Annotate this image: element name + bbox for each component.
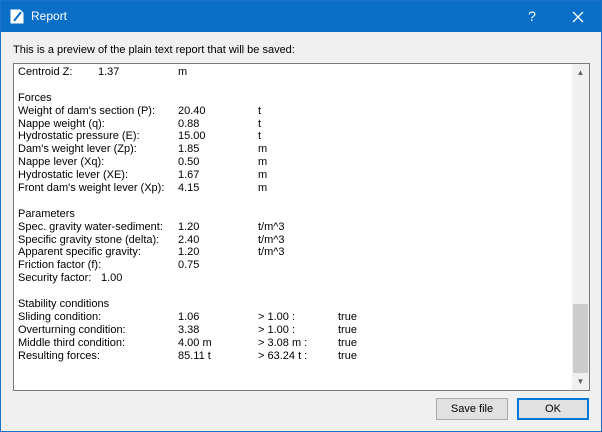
row-unit: m [258,182,268,195]
row-value: 1.20 [178,220,200,233]
row-value: 15.00 [178,130,206,143]
centroid-value: 1.37 [98,66,120,78]
row-value: 1.06 [178,310,200,323]
row-label: Weight of dam's section (P): [18,104,156,117]
stability-row: Resulting forces: 85.11 t > 63.24 t : tr… [18,350,568,363]
row-label: Hydrostatic pressure (E): [18,130,140,143]
stability-row: Middle third condition: 4.00 m > 3.08 m … [18,337,568,350]
row-value: 0.88 [178,117,200,130]
intro-label: This is a preview of the plain text repo… [13,44,295,56]
security-value: 1.00 [101,272,123,285]
row-label: Sliding condition: [18,310,102,323]
forces-row: Hydrostatic pressure (E): 15.00 t [18,130,568,143]
row-threshold: > 1.00 : [258,323,296,336]
parameters-row: Specific gravity stone (delta): 2.40 t/m… [18,234,568,247]
centroid-line: Centroid Z: 1.37 m [18,66,568,79]
row-label: Nappe weight (q): [18,117,105,130]
document-icon [10,9,24,24]
forces-row: Nappe weight (q): 0.88 t [18,118,568,131]
row-value: 1.85 [178,143,200,156]
row-label: Spec. gravity water-sediment: [18,220,163,233]
row-unit: t [258,117,262,130]
row-label: Apparent specific gravity: [18,246,141,259]
scroll-up-arrow-icon[interactable]: ▲ [572,64,589,81]
row-value: 0.50 [178,156,200,169]
row-value: 2.40 [178,233,200,246]
row-label: Dam's weight lever (Zp): [18,143,137,156]
row-label: Overturning condition: [18,323,126,336]
close-icon [572,11,584,23]
help-button[interactable]: ? [509,1,555,32]
row-value: 20.40 [178,104,206,117]
stability-row: Sliding condition: 1.06 > 1.00 : true [18,311,568,324]
security-line: Security factor: 1.00 [18,272,568,285]
row-unit: m [258,143,268,156]
parameters-row: Apparent specific gravity: 1.20 t/m^3 [18,246,568,259]
row-value: 0.75 [178,259,200,272]
row-result: true [338,336,357,349]
row-label: Resulting forces: [18,349,100,362]
row-unit: t/m^3 [258,233,285,246]
centroid-unit: m [178,66,188,78]
forces-row: Nappe lever (Xq): 0.50 m [18,156,568,169]
row-unit: t/m^3 [258,220,285,233]
row-unit: m [258,169,268,182]
report-dialog: Report ? This is a preview of the plain … [0,0,602,432]
report-text: Centroid Z: 1.37 m Forces Weight of dam'… [18,66,568,362]
row-label: Middle third condition: [18,336,126,349]
row-label: Hydrostatic lever (XE): [18,169,129,182]
row-threshold: > 1.00 : [258,310,296,323]
row-label: Nappe lever (Xq): [18,156,105,169]
forces-row: Weight of dam's section (P): 20.40 t [18,105,568,118]
row-value: 4.00 m [178,336,212,349]
row-value: 3.38 [178,323,200,336]
stability-heading: Stability conditions [18,298,110,311]
forces-row: Dam's weight lever (Zp): 1.85 m [18,143,568,156]
forces-row: Front dam's weight lever (Xp): 4.15 m [18,182,568,195]
row-label: Front dam's weight lever (Xp): [18,182,165,195]
row-result: true [338,323,357,336]
save-file-button[interactable]: Save file [436,398,508,420]
forces-row: Hydrostatic lever (XE): 1.67 m [18,169,568,182]
report-preview-textarea[interactable]: Centroid Z: 1.37 m Forces Weight of dam'… [13,63,590,391]
forces-heading: Forces [18,91,52,104]
scroll-thumb[interactable] [573,304,588,373]
title-bar[interactable]: Report ? [1,1,601,32]
row-unit: t [258,130,262,143]
row-value: 85.11 t [178,349,211,362]
stability-row: Overturning condition: 3.38 > 1.00 : tru… [18,324,568,337]
row-unit: t [258,104,262,117]
vertical-scrollbar[interactable]: ▲ ▼ [572,64,589,390]
parameters-row: Spec. gravity water-sediment: 1.20 t/m^3 [18,221,568,234]
row-threshold: > 63.24 t : [258,349,308,362]
security-label: Security factor: [18,272,92,285]
row-result: true [338,349,357,362]
row-value: 1.20 [178,246,200,259]
ok-button[interactable]: OK [517,398,589,420]
close-button[interactable] [555,1,601,32]
row-unit: m [258,156,268,169]
scroll-down-arrow-icon[interactable]: ▼ [572,373,589,390]
row-result: true [338,310,357,323]
window-title: Report [31,9,68,23]
row-value: 4.15 [178,182,200,195]
parameters-heading: Parameters [18,207,75,220]
row-threshold: > 3.08 m : [258,336,308,349]
parameters-row: Friction factor (f): 0.75 [18,259,568,272]
row-label: Friction factor (f): [18,259,102,272]
centroid-label: Centroid Z: [18,66,73,78]
row-value: 1.67 [178,169,200,182]
row-unit: t/m^3 [258,246,285,259]
row-label: Specific gravity stone (delta): [18,233,160,246]
